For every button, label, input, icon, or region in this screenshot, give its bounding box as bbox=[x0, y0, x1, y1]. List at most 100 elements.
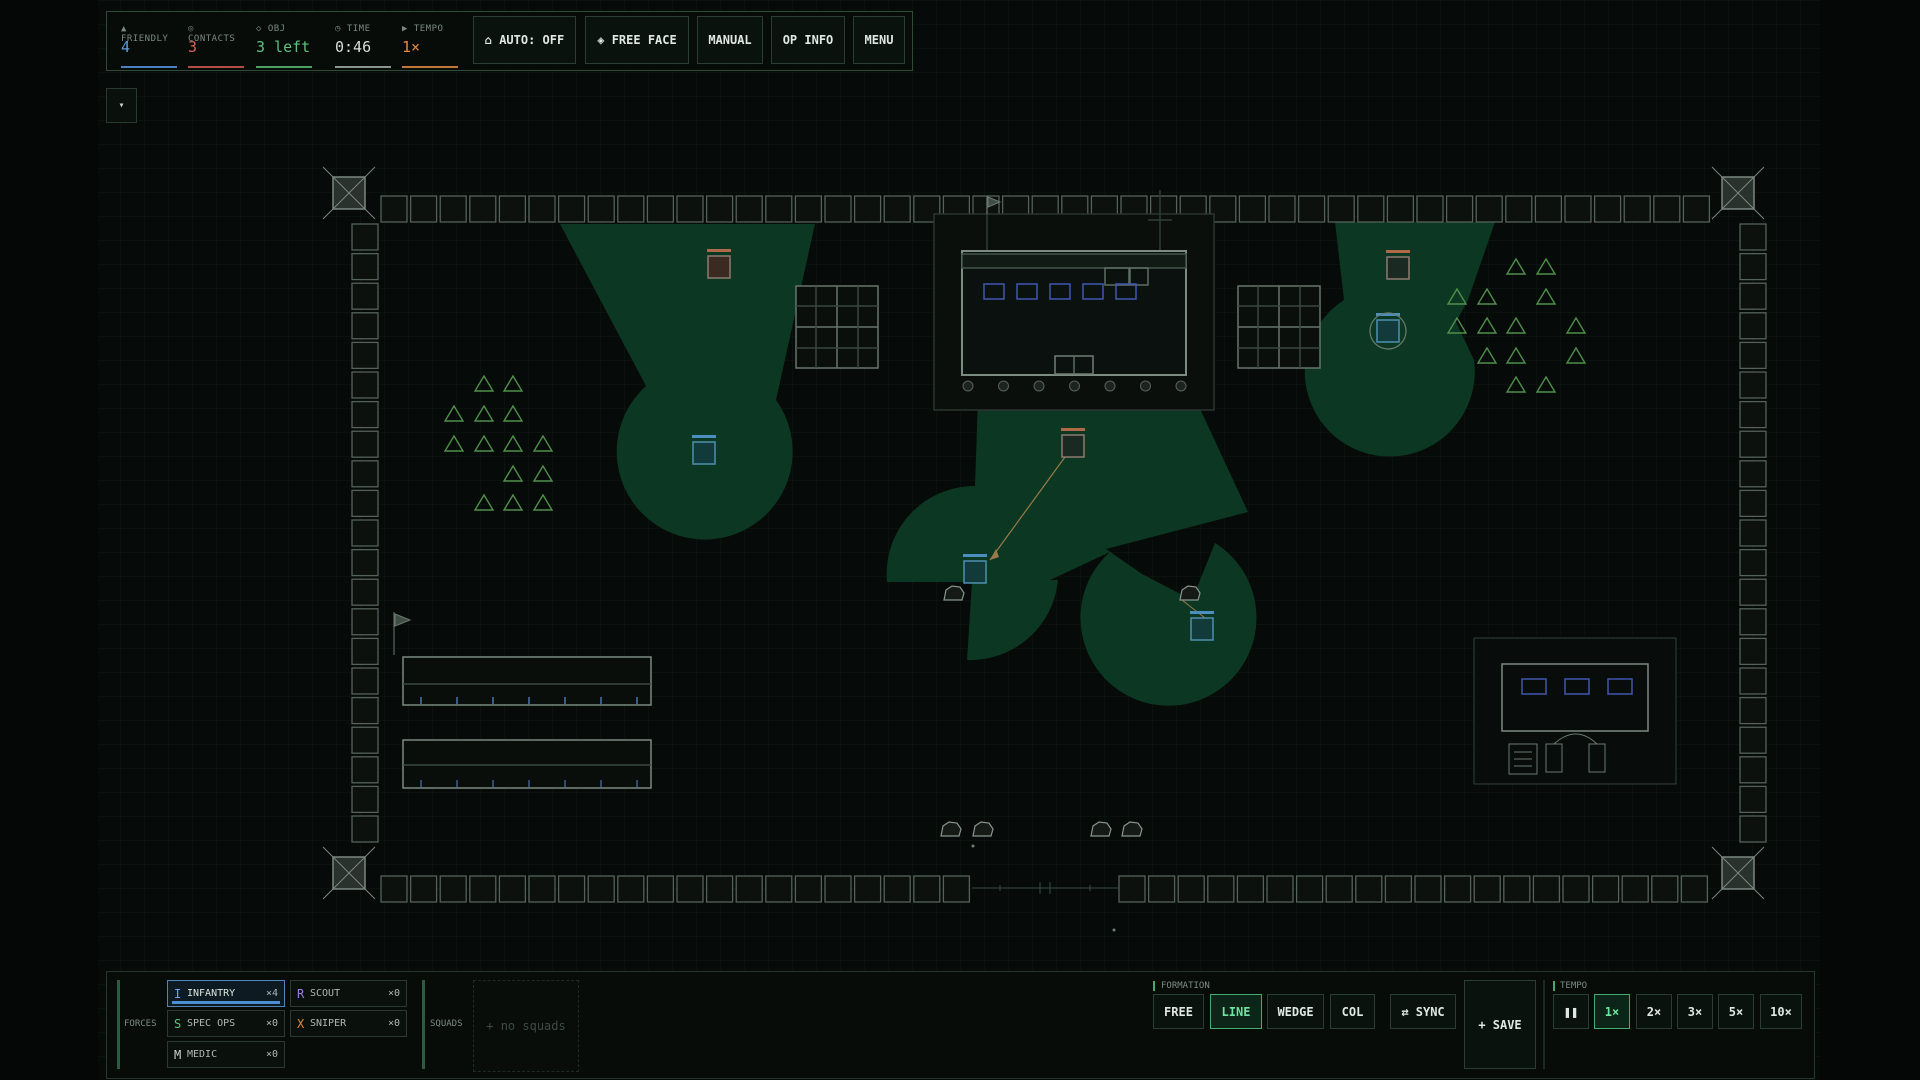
wall-segment bbox=[1739, 756, 1767, 784]
formation-line-button[interactable]: LINE bbox=[1210, 994, 1262, 1029]
wall-segment bbox=[1739, 341, 1767, 370]
wall-segment bbox=[351, 608, 379, 636]
pause-button[interactable]: ❚❚ bbox=[1553, 994, 1589, 1029]
wall-segment bbox=[351, 460, 379, 488]
wall-segment bbox=[1384, 875, 1413, 903]
formation-free-button[interactable]: FREE bbox=[1153, 994, 1204, 1029]
wall-segment bbox=[1739, 460, 1767, 488]
squads-divider bbox=[422, 980, 425, 1069]
wall-segment bbox=[705, 875, 734, 903]
wall-segment bbox=[1739, 785, 1767, 814]
formation-column-button[interactable]: COL bbox=[1330, 994, 1375, 1029]
bollard bbox=[1140, 380, 1151, 392]
top-hud: ▲ FRIENDLY 4 ◎ CONTACTS 3 ◇ OBJ 3 left ◷… bbox=[106, 11, 913, 71]
wall-segment bbox=[1739, 400, 1767, 429]
wall-segment bbox=[351, 341, 379, 370]
objectives-value: 3 left bbox=[256, 38, 311, 56]
friendly-marker bbox=[963, 554, 987, 557]
unit-infantry[interactable]: I INFANTRY ×4 bbox=[167, 980, 285, 1007]
sync-button[interactable]: ⇄ SYNC bbox=[1390, 994, 1456, 1029]
waypoint-dot bbox=[971, 844, 975, 848]
wall-segment bbox=[853, 195, 882, 223]
wall-segment bbox=[528, 875, 556, 903]
tempo-3x-button[interactable]: 3× bbox=[1677, 994, 1713, 1029]
wall-segment bbox=[676, 195, 704, 223]
wall-segment bbox=[1295, 875, 1324, 903]
wall-segment bbox=[824, 875, 852, 903]
save-button[interactable]: + SAVE bbox=[1464, 980, 1536, 1069]
wall-segment bbox=[351, 667, 379, 695]
wall-segment bbox=[587, 875, 615, 903]
auto-toggle-button[interactable]: ⌂ AUTO: OFF bbox=[473, 16, 576, 64]
unit-count: ×0 bbox=[265, 1049, 278, 1060]
wall-segment bbox=[351, 519, 379, 547]
wall-segment bbox=[439, 875, 467, 903]
manual-button[interactable]: MANUAL bbox=[697, 16, 763, 64]
wall-segment bbox=[1623, 195, 1651, 223]
unit-sniper[interactable]: X SNIPER ×0 bbox=[290, 1010, 407, 1037]
collapse-toggle-button[interactable]: ▾ bbox=[106, 88, 137, 123]
wall-segment bbox=[794, 195, 823, 223]
wall-segment bbox=[439, 195, 467, 223]
wall-segment bbox=[351, 371, 379, 399]
time-bar bbox=[335, 66, 391, 68]
unit-name: MEDIC bbox=[187, 1049, 218, 1060]
formation-wedge-button[interactable]: WEDGE bbox=[1267, 994, 1324, 1029]
tempo-2x-button[interactable]: 2× bbox=[1636, 994, 1672, 1029]
no-squads-placeholder[interactable]: + no squads bbox=[473, 980, 579, 1072]
tempo-1x-button[interactable]: 1× bbox=[1594, 994, 1630, 1029]
objectives-label: ◇ OBJ bbox=[256, 24, 286, 34]
contacts-bar bbox=[188, 66, 244, 68]
wall-segment bbox=[351, 400, 379, 429]
wall-segment bbox=[1593, 195, 1622, 223]
wall-segment bbox=[1473, 875, 1501, 903]
wall-segment bbox=[1236, 875, 1265, 903]
wall-segment bbox=[1327, 195, 1355, 223]
free-face-button[interactable]: ◈ FREE FACE bbox=[585, 16, 689, 64]
unit-medic[interactable]: M MEDIC ×0 bbox=[167, 1041, 285, 1068]
wall-segment bbox=[1739, 371, 1767, 399]
wall-segment bbox=[351, 578, 379, 606]
tempo-10x-button[interactable]: 10× bbox=[1760, 994, 1802, 1029]
tempo-5x-button[interactable]: 5× bbox=[1718, 994, 1754, 1029]
wall-segment bbox=[824, 195, 852, 223]
menu-button[interactable]: MENU bbox=[853, 16, 905, 64]
wall-segment bbox=[351, 489, 379, 518]
bollard bbox=[1033, 380, 1045, 392]
wall-segment bbox=[557, 195, 586, 223]
wall-segment bbox=[1739, 548, 1767, 577]
wall-segment bbox=[765, 195, 793, 223]
wall-segment bbox=[646, 195, 675, 223]
central-compound bbox=[933, 190, 1215, 411]
tempo-divider bbox=[1543, 980, 1545, 1069]
wall-segment bbox=[1739, 578, 1767, 606]
enemy-icon bbox=[1061, 434, 1085, 458]
wall-segment bbox=[1266, 875, 1294, 903]
wall-segment bbox=[1651, 875, 1679, 903]
friendly-bar bbox=[121, 66, 177, 68]
wall-segment bbox=[1739, 282, 1767, 310]
wall-segment bbox=[1118, 875, 1146, 903]
unit-spec-ops[interactable]: S SPEC OPS ×0 bbox=[167, 1010, 285, 1037]
op-info-button[interactable]: OP INFO bbox=[771, 16, 845, 64]
wall-segment bbox=[1739, 637, 1767, 666]
wall-segment bbox=[1739, 815, 1767, 843]
formation-marker bbox=[1153, 981, 1155, 991]
unit-key: I bbox=[174, 987, 182, 1001]
wall-segment bbox=[617, 195, 645, 223]
wall-segment bbox=[1739, 223, 1767, 251]
wall-segment bbox=[646, 875, 675, 903]
wall-segment bbox=[1739, 489, 1767, 518]
wall-segment bbox=[1739, 608, 1767, 636]
wall-segment bbox=[351, 785, 379, 814]
wall-segment bbox=[351, 726, 379, 754]
tactical-map[interactable] bbox=[0, 0, 1920, 1080]
unit-selected-bar bbox=[172, 1001, 280, 1004]
tempo-value: 1× bbox=[402, 38, 421, 56]
wall-segment bbox=[557, 875, 586, 903]
enemy-icon bbox=[1386, 256, 1410, 280]
unit-scout[interactable]: R SCOUT ×0 bbox=[290, 980, 407, 1007]
unit-name: SPEC OPS bbox=[187, 1018, 236, 1029]
friendly-counter: ▲ FRIENDLY 4 bbox=[121, 24, 177, 68]
wall-segment bbox=[380, 875, 408, 903]
